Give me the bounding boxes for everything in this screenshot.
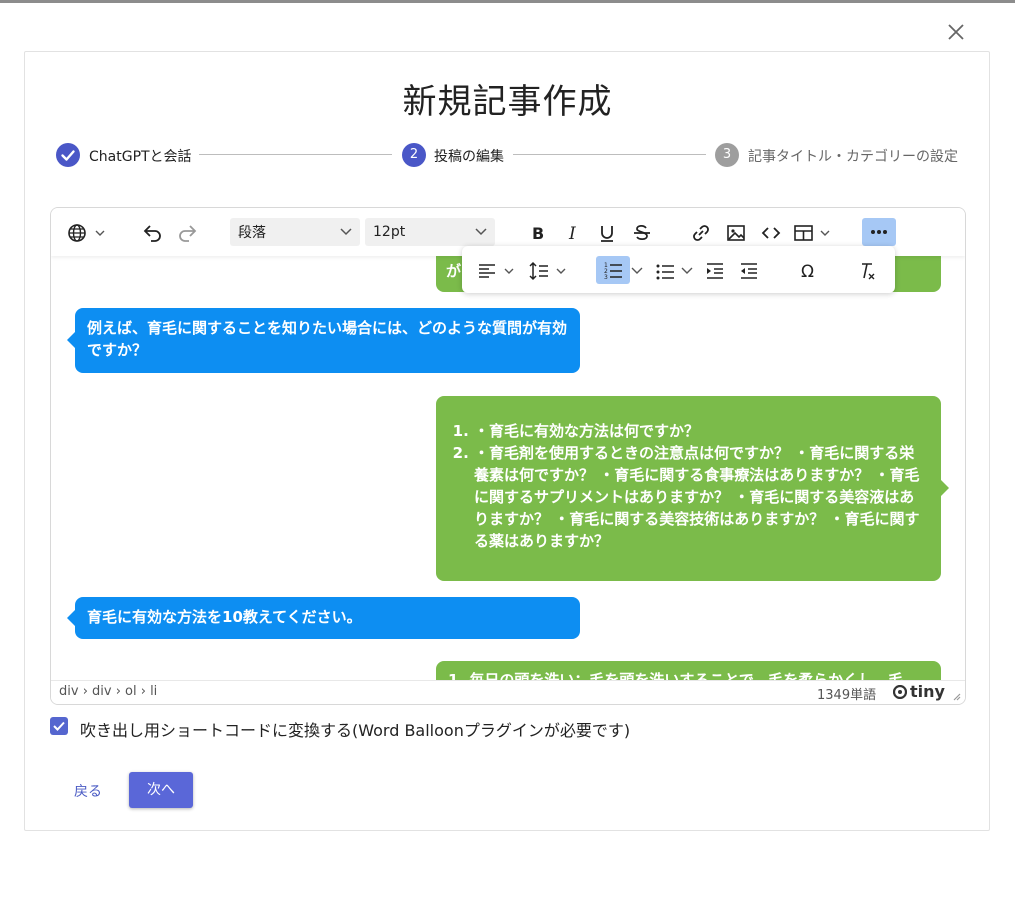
bullet-list-icon xyxy=(656,264,674,280)
line-height-button[interactable] xyxy=(526,258,572,284)
image-button[interactable] xyxy=(723,220,749,246)
step-connector xyxy=(513,154,706,155)
clear-formatting-button[interactable] xyxy=(854,258,880,284)
checkmark-icon xyxy=(53,721,65,731)
step-connector xyxy=(199,154,392,155)
resize-handle-icon[interactable] xyxy=(951,691,961,701)
globe-icon xyxy=(68,224,105,242)
language-button[interactable] xyxy=(65,220,111,246)
shortcode-label[interactable]: 吹き出し用ショートコードに変換する(Word Balloonプラグインが必要です… xyxy=(80,717,630,741)
numbered-list-options[interactable] xyxy=(630,258,644,284)
align-button[interactable] xyxy=(474,258,520,284)
close-button[interactable] xyxy=(944,20,968,44)
link-button[interactable] xyxy=(688,220,714,246)
bubble-tail xyxy=(67,332,75,348)
block-format-select[interactable]: 段落 xyxy=(230,218,360,246)
chevron-down-icon xyxy=(681,267,693,274)
svg-text:3: 3 xyxy=(604,274,608,280)
strikethrough-button[interactable] xyxy=(629,220,655,246)
undo-button[interactable] xyxy=(139,220,165,246)
checkmark-icon xyxy=(61,150,75,161)
font-size-select[interactable]: 12pt xyxy=(365,218,495,246)
back-button[interactable]: 戻る xyxy=(74,781,102,801)
tiny-brand-text: tiny xyxy=(910,682,945,701)
step-2-label: 投稿の編集 xyxy=(434,149,504,165)
word-count[interactable]: 1349単語 xyxy=(817,684,876,703)
more-toolbar-popover: 123 Ω xyxy=(462,246,895,293)
chevron-down-icon xyxy=(631,267,643,274)
redo-icon xyxy=(179,225,197,242)
underline-button[interactable] xyxy=(594,220,620,246)
stepper: ChatGPTと会話 2 投稿の編集 3 記事タイトル・カテゴリーの設定 xyxy=(0,141,1015,167)
block-format-value: 段落 xyxy=(238,225,266,241)
special-character-button[interactable]: Ω xyxy=(796,258,822,284)
step-1-done-icon xyxy=(56,143,80,167)
redo-button[interactable] xyxy=(175,220,201,246)
chevron-down-icon xyxy=(340,228,352,236)
image-icon xyxy=(727,225,745,241)
element-path[interactable]: div › div › ol › li xyxy=(59,684,157,699)
undo-icon xyxy=(143,225,161,242)
source-code-button[interactable] xyxy=(758,220,784,246)
user-message-bubble: 例えば、育毛に関することを知りたい場合には、どのような質問が有効ですか？ xyxy=(67,308,580,373)
editor-content[interactable]: が 例えば、育毛に関することを知りたい場合には、どのような質問が有効ですか？ ・… xyxy=(51,256,965,680)
more-toolbar-button[interactable] xyxy=(862,218,896,246)
chevron-down-icon xyxy=(475,228,487,236)
editor-statusbar: div › div › ol › li 1349単語 tiny xyxy=(51,680,965,704)
italic-icon: I xyxy=(568,224,576,243)
bullet-list-button[interactable] xyxy=(652,258,678,284)
bubble-tail xyxy=(67,610,75,626)
message-text: 例えば、育毛に関することを知りたい場合には、どのような質問が有効ですか？ xyxy=(87,319,568,359)
list-item: ・育毛に有効な方法は何ですか？ xyxy=(474,420,927,442)
align-left-icon xyxy=(479,264,514,278)
line-height-icon xyxy=(529,261,566,281)
numbered-list-icon: 123 xyxy=(604,262,622,280)
table-button[interactable] xyxy=(791,220,835,246)
numbered-list-button[interactable]: 123 xyxy=(596,256,630,284)
indent-icon xyxy=(707,263,723,279)
code-icon xyxy=(761,227,781,239)
table-icon xyxy=(794,225,830,241)
top-border xyxy=(0,0,1015,3)
more-horizontal-icon xyxy=(871,230,887,234)
message-text: 1. 毎日の頭を洗い：毛を頭を洗いすることで、毛を柔らかくし、毛 xyxy=(448,671,904,680)
step-3-number: 3 xyxy=(715,143,739,167)
dialog-title: 新規記事作成 xyxy=(402,82,613,122)
bold-icon: B xyxy=(532,224,544,243)
bubble-tail xyxy=(941,480,949,496)
tiny-logo[interactable]: tiny xyxy=(893,682,945,701)
bold-button[interactable]: B xyxy=(525,220,551,246)
next-button[interactable]: 次へ xyxy=(129,772,193,808)
outdent-icon xyxy=(741,263,757,279)
ai-message-bubble: ・育毛に有効な方法は何ですか？ ・育毛剤を使用するときの注意点は何ですか？ ・育… xyxy=(436,396,949,581)
svg-text:Ω: Ω xyxy=(801,262,814,281)
outdent-button[interactable] xyxy=(736,258,762,284)
user-message-bubble: 育毛に有効な方法を10教えてください。 xyxy=(67,597,580,639)
font-size-value: 12pt xyxy=(373,224,406,240)
shortcode-checkbox[interactable] xyxy=(50,717,68,735)
strikethrough-icon xyxy=(634,225,650,240)
answer-list: ・育毛に有効な方法は何ですか？ ・育毛剤を使用するときの注意点は何ですか？ ・育… xyxy=(444,420,927,552)
step-3-label: 記事タイトル・カテゴリーの設定 xyxy=(748,149,958,165)
list-item: ・育毛剤を使用するときの注意点は何ですか？ ・育毛に関する栄養素は何ですか？ ・… xyxy=(474,442,927,552)
svg-text:B: B xyxy=(532,224,544,243)
omega-icon: Ω xyxy=(801,262,814,281)
message-text: 育毛に有効な方法を10教えてください。 xyxy=(87,608,362,626)
ai-message-bubble: 1. 毎日の頭を洗い：毛を頭を洗いすることで、毛を柔らかくし、毛 xyxy=(436,661,941,680)
tiny-logo-icon xyxy=(893,684,907,699)
clear-formatting-icon xyxy=(862,263,875,280)
italic-button[interactable]: I xyxy=(560,220,586,246)
step-2-number: 2 xyxy=(402,143,426,167)
underline-icon xyxy=(601,226,613,242)
link-icon xyxy=(693,225,709,241)
step-1-label: ChatGPTと会話 xyxy=(89,149,192,165)
indent-button[interactable] xyxy=(702,258,728,284)
message-text: が xyxy=(446,262,462,280)
close-icon xyxy=(948,24,964,40)
rich-text-editor: 段落 12pt B I 1 2 3 Ω が 例えば、育毛に関することを知りたい場… xyxy=(50,207,966,705)
bullet-list-options[interactable] xyxy=(680,258,694,284)
svg-text:I: I xyxy=(568,224,576,243)
